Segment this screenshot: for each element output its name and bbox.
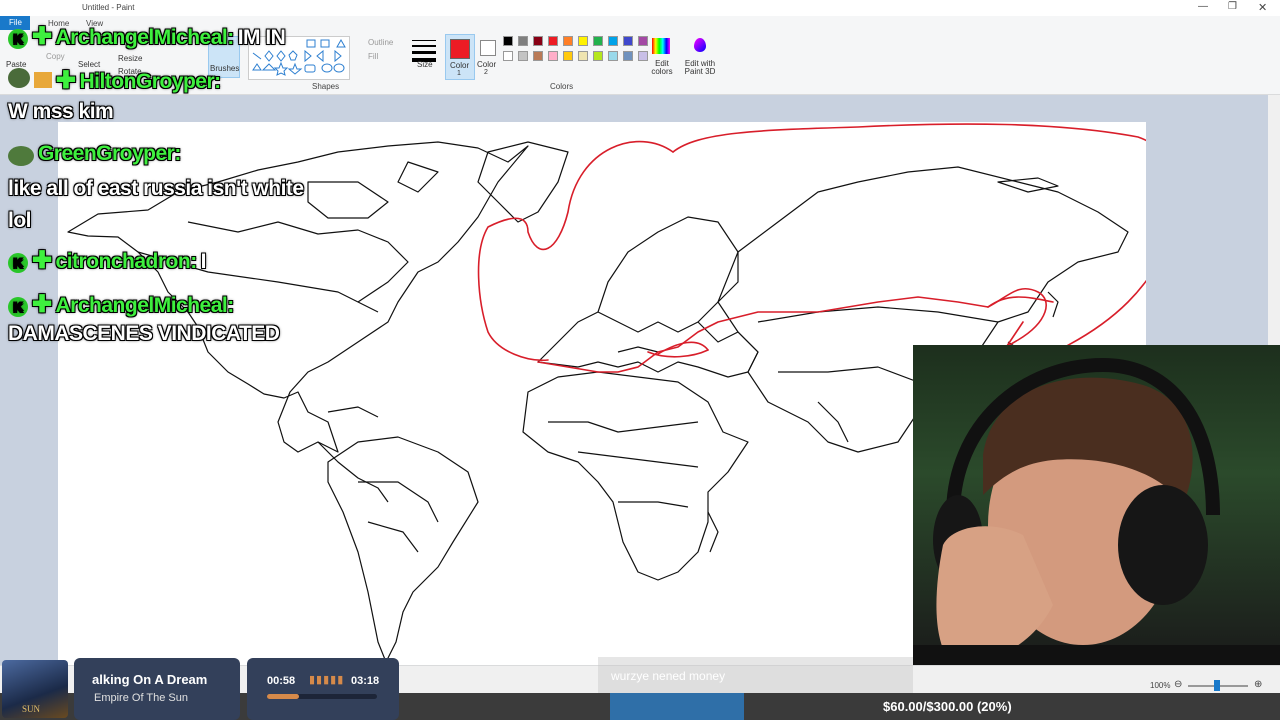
zoom-out-button[interactable]: ⊖ [1174,679,1182,690]
chat-line: like all of east russia isn't white lol [8,174,328,238]
copy-button[interactable]: Copy [46,52,65,61]
shapes-group-label: Shapes [312,82,340,91]
palette-swatch[interactable] [548,51,558,61]
zoom-in-button[interactable]: ⊕ [1254,679,1262,690]
track-title: alking On A Dream [92,672,208,687]
window-title: Untitled - Paint [82,3,135,12]
equalizer-icon: ▮▮▮▮▮ [309,674,345,686]
palette-swatch[interactable] [518,51,528,61]
zoom-level: 100% [1150,681,1171,690]
color2-swatch [480,40,496,56]
red-annotation-lines [477,123,1180,384]
chat-line: K ✚ ArchangelMicheal: IM IN [8,22,286,51]
now-playing-widget: SUN alking On A Dream Empire Of The Sun … [0,658,400,720]
palette-swatch[interactable] [623,51,633,61]
chat-message: DAMASCENES VINDICATED [8,322,280,345]
chat-line: DAMASCENES VINDICATED [8,322,280,346]
chat-message: I [200,250,207,273]
palette-swatch[interactable] [638,51,648,61]
plus-badge-icon: ✚ [31,247,52,274]
palette-swatch[interactable] [578,51,588,61]
chat-line: ✚ HiltonGroyper: [8,66,221,95]
chat-message: W mss kim [8,100,114,123]
size-label: Size [417,60,433,69]
tts-message: wurzye nened money [611,669,726,683]
south-america-outline [327,436,479,663]
track-progress-fill [267,694,299,699]
maximize-button[interactable]: ❐ [1228,1,1237,12]
palette-swatch[interactable] [548,36,558,46]
palette-swatch[interactable] [608,51,618,61]
chat-line: GreenGroyper: [8,142,181,166]
palette-swatch[interactable] [563,36,573,46]
plus-badge-icon: ✚ [55,67,76,94]
palette-swatch[interactable] [593,51,603,61]
plus-badge-icon: ✚ [31,23,52,50]
resize-button[interactable]: Resize [118,54,142,63]
chat-message: like all of east russia isn't white lol [8,177,304,232]
chat-message: IM IN [237,26,286,49]
track-progress-bar[interactable] [267,694,377,699]
title-bar: Untitled - Paint — ❐ ✕ [0,0,1280,16]
chat-username: ArchangelMicheal: [55,26,235,49]
elapsed-time: 00:58 [267,675,296,687]
pepe-avatar-icon [8,145,34,166]
kick-badge-icon: K [8,253,28,273]
color1-button[interactable]: Color 1 [445,34,475,80]
playback-panel: 00:58 ▮▮▮▮▮ 03:18 [247,658,399,720]
zoom-slider-thumb[interactable] [1214,680,1220,691]
edit-colors-icon[interactable] [652,38,670,54]
palette-swatch[interactable] [638,36,648,46]
chat-username: ArchangelMicheal: [55,294,235,317]
palette-swatch[interactable] [518,36,528,46]
minimize-button[interactable]: — [1198,1,1208,12]
chat-username: HiltonGroyper: [79,70,221,93]
bars-badge-icon [33,72,52,88]
palette-swatch[interactable] [623,36,633,46]
donation-goal-fill [610,693,744,720]
album-art: SUN [2,660,68,718]
palette-swatch[interactable] [503,36,513,46]
track-artist: Empire Of The Sun [94,692,188,704]
fill-dropdown[interactable]: Fill [368,52,378,61]
palette-swatch[interactable] [563,51,573,61]
chat-line: K ✚ citronchadron: I [8,246,207,275]
palette-swatch[interactable] [593,36,603,46]
colors-group-label: Colors [550,82,574,91]
europe-outline [537,216,759,378]
tts-message-box: wurzye nened money [598,657,913,693]
pepe-avatar-icon [8,68,30,88]
palette-swatch[interactable] [608,36,618,46]
plus-badge-icon: ✚ [31,291,52,318]
webcam-feed [913,345,1280,665]
palette-swatch[interactable] [578,36,588,46]
track-info-panel: alking On A Dream Empire Of The Sun [74,658,240,720]
chat-username: citronchadron: [55,250,198,273]
color1-swatch [450,39,470,59]
total-time: 03:18 [351,675,380,687]
color-palette[interactable] [503,36,653,78]
donation-goal-text: $60.00/$300.00 (20%) [883,699,1012,714]
africa-outline [522,371,749,581]
palette-swatch[interactable] [533,51,543,61]
palette-swatch[interactable] [503,51,513,61]
paint3d-icon[interactable] [694,38,706,52]
color2-button[interactable]: Color 2 [477,34,499,78]
chat-username: GreenGroyper: [37,142,181,165]
kick-badge-icon: K [8,29,28,49]
chat-line: W mss kim [8,100,114,124]
chat-line: K ✚ ArchangelMicheal: [8,290,234,319]
outline-dropdown[interactable]: Outline [368,38,393,47]
close-button[interactable]: ✕ [1258,1,1267,14]
palette-swatch[interactable] [533,36,543,46]
edit-colors-button[interactable]: Edit colors [650,60,674,76]
donation-goal-bar: $60.00/$300.00 (20%) [610,693,1280,720]
paint3d-button[interactable]: Edit with Paint 3D [682,60,718,76]
streamer-figure [913,357,1280,665]
kick-badge-icon: K [8,297,28,317]
